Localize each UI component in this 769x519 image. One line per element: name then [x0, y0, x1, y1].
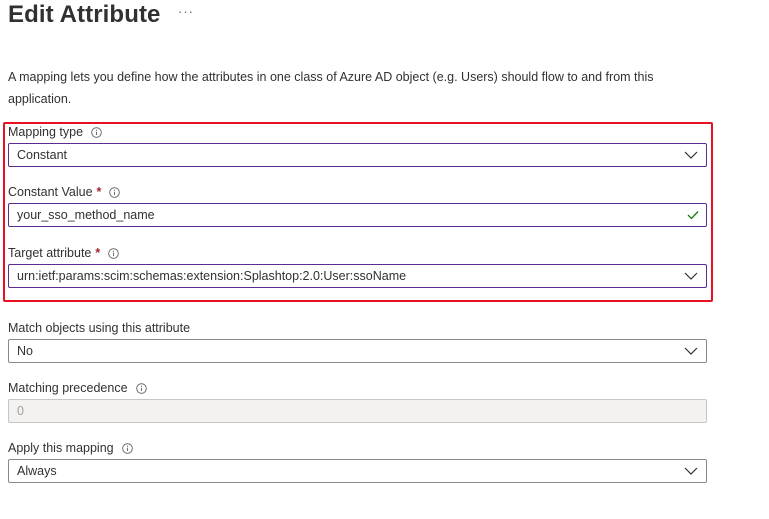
chevron-down-icon — [684, 148, 698, 162]
matching-precedence-input: 0 — [8, 399, 707, 423]
target-attribute-label: Target attribute * — [8, 245, 120, 261]
constant-value-label-text: Constant Value — [8, 185, 93, 199]
checkmark-icon — [686, 208, 700, 222]
info-circle-icon[interactable] — [91, 127, 102, 138]
chevron-down-icon — [684, 269, 698, 283]
match-objects-dropdown[interactable]: No — [8, 339, 707, 363]
info-circle-icon[interactable] — [135, 383, 147, 394]
target-attribute-label-text: Target attribute — [8, 246, 92, 260]
required-mark: * — [95, 246, 101, 260]
matching-precedence-label: Matching precedence — [8, 380, 147, 396]
constant-value-label: Constant Value * — [8, 184, 121, 200]
constant-value-input[interactable]: your_sso_method_name — [8, 203, 707, 227]
apply-mapping-label-text: Apply this mapping — [8, 441, 114, 455]
matching-precedence-value: 0 — [17, 404, 24, 418]
mapping-type-dropdown[interactable]: Constant — [8, 143, 707, 167]
edit-attribute-panel: Edit Attribute ··· A mapping lets you de… — [0, 0, 769, 519]
match-objects-label-text: Match objects using this attribute — [8, 321, 191, 335]
info-circle-icon[interactable] — [109, 187, 121, 198]
apply-mapping-value: Always — [17, 464, 57, 478]
apply-mapping-label: Apply this mapping — [8, 440, 133, 456]
match-objects-label: Match objects using this attribute — [8, 320, 190, 336]
info-circle-icon[interactable] — [108, 248, 120, 259]
mapping-type-value: Constant — [17, 148, 68, 162]
mapping-description: A mapping lets you define how the attrib… — [8, 70, 654, 106]
constant-value-text: your_sso_method_name — [17, 208, 155, 222]
matching-precedence-label-text: Matching precedence — [8, 381, 128, 395]
chevron-down-icon — [684, 464, 698, 478]
more-ellipsis-icon[interactable]: ··· — [178, 4, 194, 20]
chevron-down-icon — [684, 344, 698, 358]
match-objects-value: No — [17, 344, 33, 358]
required-mark: * — [96, 185, 102, 199]
target-attribute-dropdown[interactable]: urn:ietf:params:scim:schemas:extension:S… — [8, 264, 707, 288]
mapping-type-label-text: Mapping type — [8, 125, 84, 139]
target-attribute-value: urn:ietf:params:scim:schemas:extension:S… — [17, 269, 407, 283]
page-title: Edit Attribute — [8, 1, 161, 28]
mapping-type-label: Mapping type — [8, 124, 102, 140]
info-circle-icon[interactable] — [121, 443, 133, 454]
apply-mapping-dropdown[interactable]: Always — [8, 459, 707, 483]
